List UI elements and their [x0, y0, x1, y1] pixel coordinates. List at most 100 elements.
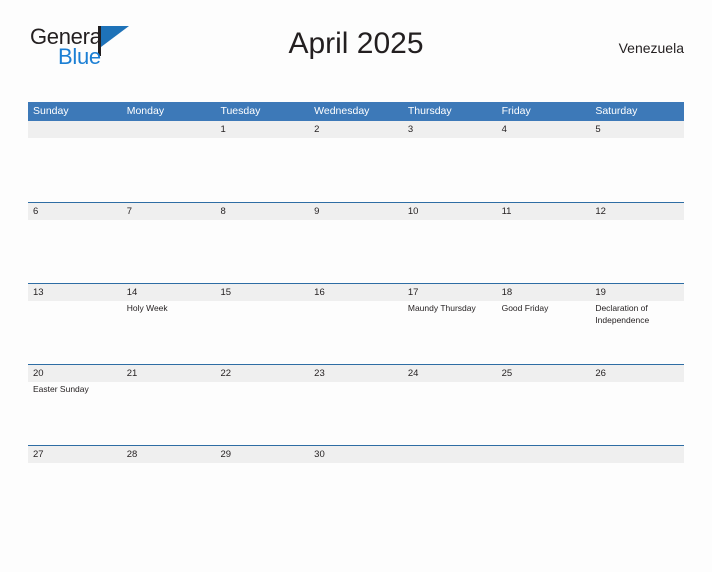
day-cell-17[interactable]: 17 Maundy Thursday — [402, 284, 497, 364]
day-number: 6 — [33, 206, 39, 217]
day-number: 8 — [220, 206, 226, 217]
day-cell-18[interactable]: 18 Good Friday — [496, 284, 591, 364]
day-cell-2[interactable]: 2 — [309, 121, 403, 201]
weekday-saturday: Saturday — [595, 105, 638, 117]
day-events — [309, 382, 403, 384]
day-number: 12 — [595, 206, 606, 217]
day-number-band: 5 — [590, 121, 685, 138]
day-cell-16[interactable]: 16 — [309, 284, 403, 364]
day-number-band: 1 — [215, 121, 310, 138]
day-number: 11 — [501, 206, 512, 217]
calendar-week-row: 13 14 Holy Week 15 16 17 Maundy Thursday 18 Good… — [28, 283, 685, 364]
day-cell-8[interactable]: 8 — [215, 203, 310, 283]
day-events — [309, 463, 403, 465]
day-cell-29[interactable]: 29 — [215, 446, 310, 526]
day-number: 17 — [407, 287, 419, 298]
day-number: 25 — [501, 368, 513, 379]
day-events — [309, 301, 403, 303]
day-cell-26[interactable]: 26 — [590, 365, 685, 445]
day-events — [403, 463, 497, 465]
weekday-wednesday: Wednesday — [314, 105, 370, 117]
day-cell-3[interactable]: 3 — [402, 121, 497, 201]
day-number: 29 — [220, 449, 232, 460]
day-cell-28[interactable]: 28 — [121, 446, 216, 526]
day-number: 7 — [126, 206, 133, 217]
day-number-band — [121, 121, 216, 138]
day-number-band: 13 — [28, 284, 122, 301]
day-number-band: 30 — [309, 446, 403, 463]
day-cell-20[interactable]: 20 Easter Sunday — [28, 365, 122, 445]
day-cell-4[interactable]: 4 — [496, 121, 591, 201]
day-number-band — [590, 446, 685, 463]
day-cell-22[interactable]: 22 — [215, 365, 310, 445]
day-number-band: 26 — [590, 365, 685, 382]
day-cell-6[interactable]: 6 — [28, 203, 122, 283]
calendar-week-row: 6 7 8 9 10 11 12 — [28, 202, 685, 283]
day-number: 14 — [126, 287, 138, 298]
day-events: Maundy Thursday — [403, 301, 497, 315]
day-cell-empty — [121, 121, 216, 201]
page-header: General Blue April 2025 Venezuela — [28, 22, 684, 80]
holiday-label: Declaration of Independence — [595, 303, 650, 325]
day-cell-12[interactable]: 12 — [590, 203, 685, 283]
week-cells: 6 7 8 9 10 11 12 — [28, 203, 685, 283]
day-events — [28, 220, 122, 222]
calendar-grid: Sunday Monday Tuesday Wednesday Thursday Frid… — [28, 102, 685, 526]
day-number: 28 — [126, 449, 138, 460]
calendar-week-row: 1 2 3 4 5 — [28, 121, 685, 202]
day-events: Declaration of Independence — [590, 301, 684, 326]
day-number: 23 — [314, 368, 325, 379]
day-cell-empty — [590, 446, 685, 526]
day-cell-1[interactable]: 1 — [215, 121, 310, 201]
day-cell-30[interactable]: 30 — [309, 446, 403, 526]
day-number-band: 17 — [402, 284, 497, 301]
day-events — [590, 138, 684, 140]
day-events — [215, 463, 309, 465]
day-number: 19 — [595, 287, 606, 298]
weekday-friday: Friday — [501, 105, 531, 117]
day-number-band: 11 — [496, 203, 591, 220]
weekday-sunday: Sunday — [33, 105, 69, 117]
day-cell-14[interactable]: 14 Holy Week — [121, 284, 216, 364]
day-events: Good Friday — [497, 301, 591, 315]
day-cell-25[interactable]: 25 — [496, 365, 591, 445]
day-number: 27 — [33, 449, 44, 460]
holiday-label: Holy Week — [126, 303, 168, 313]
day-number: 3 — [407, 124, 414, 135]
day-number: 21 — [126, 368, 138, 379]
day-cell-19[interactable]: 19 Declaration of Independence — [590, 284, 685, 364]
day-cell-5[interactable]: 5 — [590, 121, 685, 201]
week-cells: 13 14 Holy Week 15 16 17 Maundy Thursday 18 Good… — [28, 284, 685, 364]
day-cell-13[interactable]: 13 — [28, 284, 122, 364]
day-cell-21[interactable]: 21 — [121, 365, 216, 445]
day-cell-empty — [496, 446, 591, 526]
day-cell-23[interactable]: 23 — [309, 365, 403, 445]
country-label: Venezuela — [618, 40, 684, 56]
calendar-week-row: 20 Easter Sunday 21 22 23 24 25 26 — [28, 364, 685, 445]
day-events — [497, 220, 591, 222]
day-cell-7[interactable]: 7 — [121, 203, 216, 283]
day-events — [28, 463, 122, 465]
day-number-band: 3 — [402, 121, 497, 138]
day-cell-empty — [28, 121, 122, 201]
day-number-band: 19 — [590, 284, 685, 301]
day-events — [309, 220, 403, 222]
day-events — [215, 301, 309, 303]
day-cell-15[interactable]: 15 — [215, 284, 310, 364]
day-number-band: 16 — [309, 284, 403, 301]
day-cell-10[interactable]: 10 — [402, 203, 497, 283]
day-number: 26 — [595, 368, 606, 379]
day-number: 5 — [595, 124, 601, 135]
day-number-band: 24 — [402, 365, 497, 382]
day-events — [403, 382, 497, 384]
day-number: 9 — [314, 206, 320, 217]
day-number-band: 27 — [28, 446, 122, 463]
day-cell-11[interactable]: 11 — [496, 203, 591, 283]
day-cell-27[interactable]: 27 — [28, 446, 122, 526]
day-cell-24[interactable]: 24 — [402, 365, 497, 445]
day-cell-9[interactable]: 9 — [309, 203, 403, 283]
day-events — [403, 138, 497, 140]
day-number: 30 — [314, 449, 325, 460]
day-events — [497, 138, 591, 140]
day-events — [309, 138, 403, 140]
